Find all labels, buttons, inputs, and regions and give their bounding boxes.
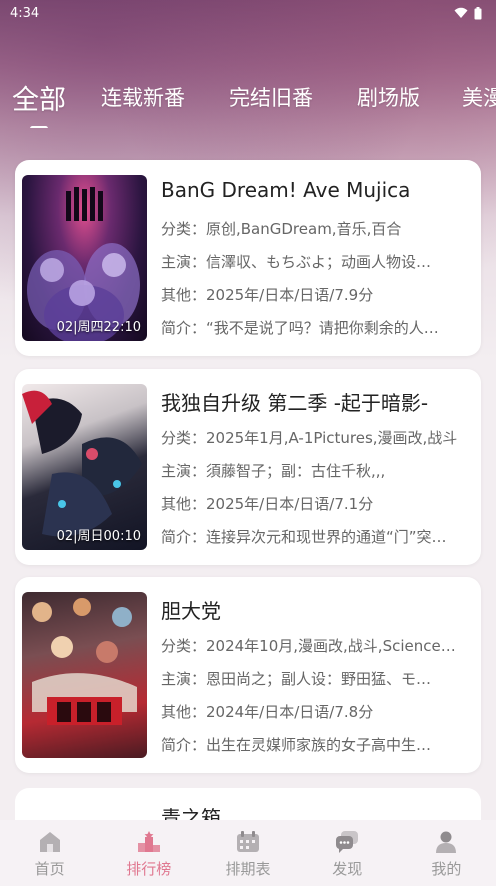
nav-profile[interactable]: 我的 xyxy=(397,820,496,886)
nav-schedule-label: 排期表 xyxy=(225,860,271,878)
calendar-icon xyxy=(235,830,261,854)
anime-other: 其他：2024年/日本/日语/7.8分 xyxy=(161,703,374,721)
tab-completed[interactable]: 完结旧番 xyxy=(229,82,313,112)
poster-image: 02|周日00:10 xyxy=(22,384,147,550)
anime-intro: 简介：出生在灵媒师家族的女子高中生… xyxy=(161,736,432,754)
anime-intro: 简介：“我不是说了吗？请把你剩余的人… xyxy=(161,319,439,337)
poster-art xyxy=(32,598,137,725)
anime-cast: 主演：須藤智子；副：古住千秋,,, xyxy=(161,462,386,480)
nav-profile-label: 我的 xyxy=(431,860,462,878)
anime-title: 我独自升级 第二季 -起于暗影- xyxy=(161,391,429,415)
anime-title: BanG Dream! Ave Mujica xyxy=(161,178,411,202)
bottom-nav: 首页 排行榜 排期表 发现 我的 xyxy=(0,820,496,886)
anime-cast: 主演：恩田尚之；副人设：野田猛、モ… xyxy=(161,670,432,688)
ranking-icon xyxy=(136,830,162,854)
anime-card[interactable]: 02|周四22:10 BanG Dream! Ave Mujica 分类：原创,… xyxy=(15,160,481,356)
tab-ongoing[interactable]: 连载新番 xyxy=(101,82,185,112)
anime-intro: 简介：连接异次元和现世界的通道“门”突… xyxy=(161,528,447,546)
anime-other: 其他：2025年/日本/日语/7.9分 xyxy=(161,286,374,304)
episode-badge: 02|周日00:10 xyxy=(56,529,141,544)
nav-discover-label: 发现 xyxy=(332,860,363,878)
episode-badge: 02|周四22:10 xyxy=(56,320,141,335)
home-icon xyxy=(37,830,63,854)
anime-title: 胆大党 xyxy=(161,599,221,623)
tab-movie[interactable]: 剧场版 xyxy=(357,82,420,112)
anime-category: 分类：原创,BanGDream,音乐,百合 xyxy=(161,220,402,238)
poster-image xyxy=(22,592,147,758)
tab-all[interactable]: 全部 xyxy=(12,82,66,117)
anime-card[interactable]: 02|周日00:10 我独自升级 第二季 -起于暗影- 分类：2025年1月,A… xyxy=(15,369,481,565)
category-tabs: 全部 连载新番 完结旧番 剧场版 美漫 xyxy=(0,82,496,128)
anime-category: 分类：2024年10月,漫画改,战斗,Science… xyxy=(161,637,456,655)
status-time: 4:34 xyxy=(10,5,40,21)
status-bar: 4:34 xyxy=(0,0,496,26)
nav-schedule[interactable]: 排期表 xyxy=(198,820,297,886)
anime-cast: 主演：信澤収、もちぶよ；动画人物设… xyxy=(161,253,432,271)
poster-image: 02|周四22:10 xyxy=(22,175,147,341)
chat-icon xyxy=(334,830,360,854)
nav-ranking-label: 排行榜 xyxy=(126,860,172,878)
status-icons xyxy=(454,6,482,20)
nav-discover[interactable]: 发现 xyxy=(298,820,397,886)
anime-other: 其他：2025年/日本/日语/7.1分 xyxy=(161,495,374,513)
tab-indicator xyxy=(30,126,48,128)
nav-ranking[interactable]: 排行榜 xyxy=(99,820,198,886)
tab-us-comics[interactable]: 美漫 xyxy=(462,82,496,112)
nav-home-label: 首页 xyxy=(34,860,65,878)
nav-home[interactable]: 首页 xyxy=(0,820,99,886)
battery-icon xyxy=(474,6,482,19)
wifi-icon xyxy=(454,7,468,18)
anime-category: 分类：2025年1月,A-1Pictures,漫画改,战斗 xyxy=(161,429,458,447)
person-icon xyxy=(433,830,459,854)
anime-card[interactable]: 胆大党 分类：2024年10月,漫画改,战斗,Science… 主演：恩田尚之；… xyxy=(15,577,481,773)
